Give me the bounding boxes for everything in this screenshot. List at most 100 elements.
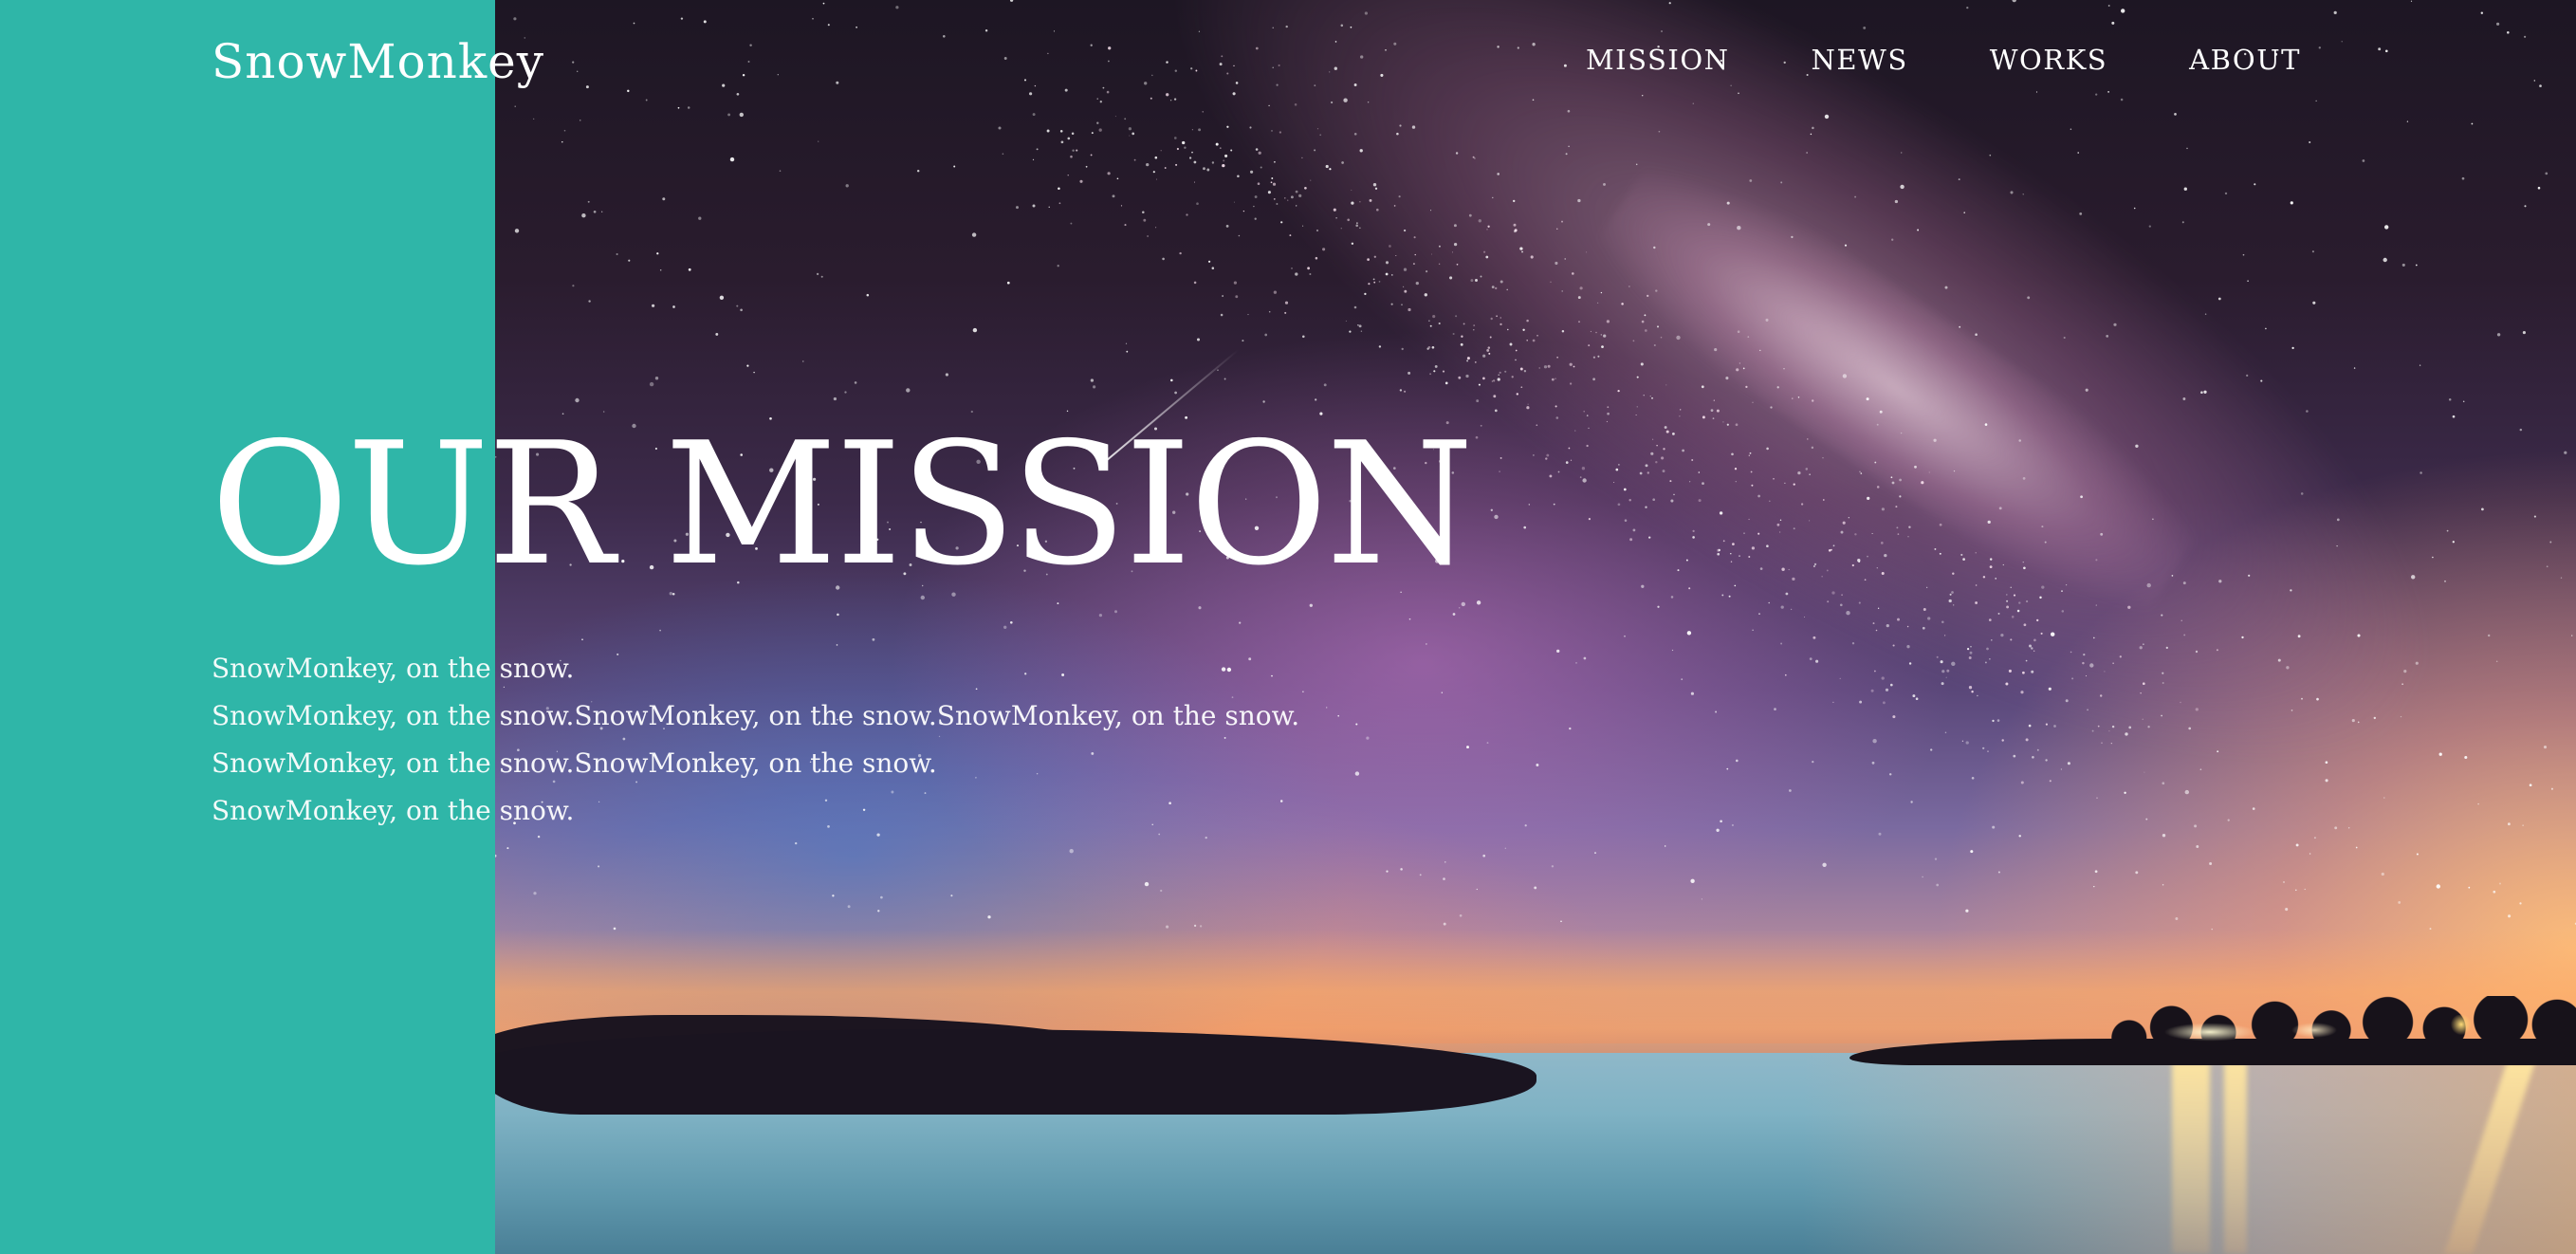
star	[1546, 453, 1550, 457]
star	[1860, 472, 1863, 474]
nav-link-mission[interactable]: MISSION	[1586, 44, 1729, 76]
nav-link-about[interactable]: ABOUT	[2189, 44, 2301, 76]
star	[1899, 478, 1902, 482]
star	[2403, 670, 2407, 673]
star	[1607, 412, 1610, 415]
star	[2067, 762, 2070, 765]
star	[1555, 405, 1557, 408]
star	[1586, 444, 1589, 448]
star	[1351, 242, 1354, 245]
star	[1323, 383, 1327, 387]
star	[1575, 662, 1577, 664]
star	[1419, 874, 1422, 876]
star	[1962, 558, 1965, 561]
star	[1389, 245, 1391, 248]
star	[1970, 646, 1972, 648]
star	[1565, 153, 1568, 156]
star	[1722, 421, 1724, 423]
star	[1490, 508, 1493, 511]
star	[1881, 676, 1885, 680]
star	[2100, 532, 2104, 536]
star	[656, 252, 659, 255]
star	[1565, 461, 1569, 464]
star	[1173, 137, 1177, 139]
star	[1203, 167, 1205, 171]
star	[2077, 152, 2079, 154]
star	[1129, 135, 1131, 137]
star	[2217, 750, 2219, 753]
star	[1892, 715, 1896, 719]
star	[2171, 575, 2174, 577]
star	[2162, 883, 2164, 886]
star	[1550, 281, 1552, 284]
star	[2061, 590, 2063, 592]
star	[1561, 330, 1565, 333]
star	[1987, 520, 1991, 525]
star	[1807, 438, 1809, 440]
star	[2182, 397, 2186, 400]
star	[1596, 302, 1599, 304]
star	[2031, 670, 2034, 673]
star	[2006, 599, 2009, 602]
star	[1515, 349, 1518, 352]
star	[1915, 697, 1919, 700]
star	[2283, 881, 2285, 883]
star	[1444, 381, 1448, 385]
star	[1561, 220, 1563, 223]
star	[1567, 109, 1571, 113]
star	[1522, 328, 1525, 331]
star	[1953, 604, 1955, 606]
star	[1800, 503, 1804, 506]
nav-link-works[interactable]: WORKS	[1990, 44, 2107, 76]
star	[1270, 181, 1273, 184]
star	[1792, 577, 1795, 581]
star	[880, 895, 883, 899]
star	[1174, 391, 1177, 395]
star	[1207, 260, 1211, 263]
star	[1032, 158, 1035, 161]
star	[1351, 201, 1354, 205]
star	[1556, 649, 1560, 654]
star	[2318, 46, 2321, 49]
star	[1126, 350, 1129, 353]
star	[1431, 345, 1435, 349]
star	[2254, 183, 2256, 186]
nav-link-news[interactable]: NEWS	[1811, 44, 1907, 76]
star	[1959, 325, 1961, 328]
star	[1302, 335, 1305, 339]
star	[2070, 128, 2072, 130]
star	[1476, 399, 1480, 403]
star	[1712, 417, 1715, 419]
star	[1842, 374, 1848, 378]
star	[1147, 235, 1150, 237]
star	[1643, 395, 1645, 396]
star	[2194, 824, 2198, 828]
star	[2013, 594, 2016, 597]
star	[1858, 601, 1861, 604]
star	[1350, 26, 1352, 28]
nav-item-about: ABOUT	[2189, 42, 2301, 78]
star	[1895, 506, 1898, 508]
star	[2277, 658, 2281, 662]
star	[1199, 925, 1203, 928]
star	[1237, 175, 1240, 177]
star	[1698, 499, 1702, 503]
star	[1486, 229, 1488, 231]
star	[2384, 225, 2389, 230]
star	[1701, 385, 1704, 389]
star	[1961, 740, 1964, 742]
star	[1385, 48, 1387, 51]
star	[1792, 397, 1794, 399]
star	[1369, 198, 1372, 202]
site-logo[interactable]: SnowMonkey	[212, 31, 544, 92]
star	[1403, 229, 1407, 232]
light-reflection	[2172, 1062, 2210, 1254]
star	[572, 285, 575, 287]
star	[1923, 608, 1926, 611]
star	[1582, 478, 1587, 483]
star	[2146, 582, 2151, 588]
star	[1341, 161, 1344, 164]
star	[1780, 181, 1783, 184]
star	[1334, 41, 1337, 43]
star	[2048, 687, 2052, 691]
